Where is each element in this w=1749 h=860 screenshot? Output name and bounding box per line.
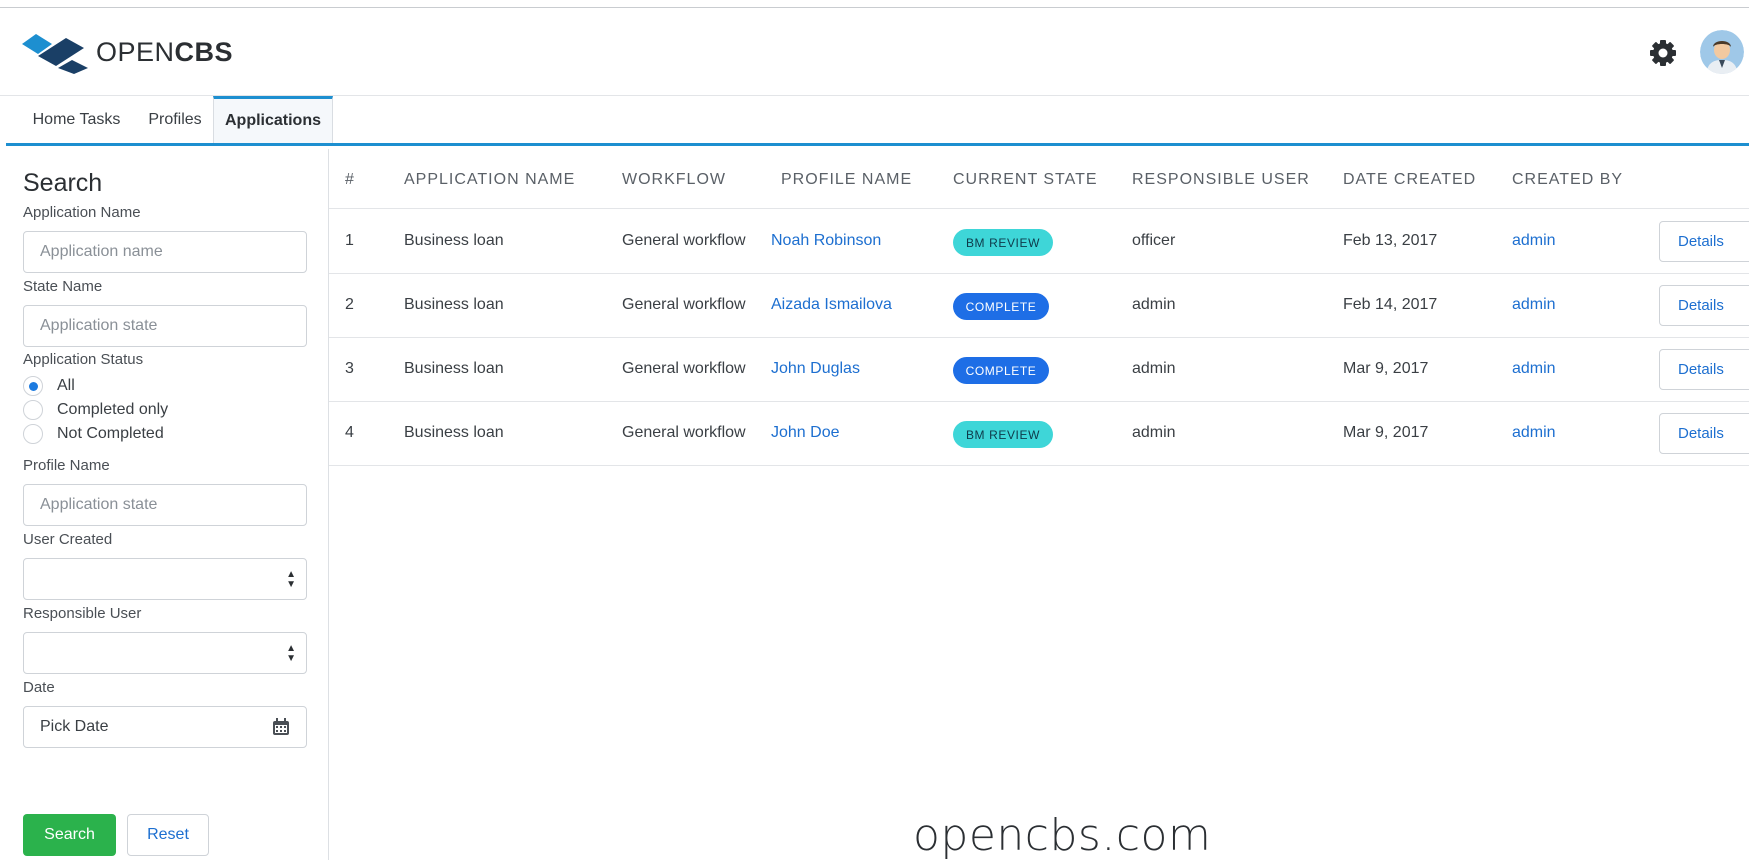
radio-icon [23, 400, 43, 420]
responsible-user-cell: admin [1132, 360, 1176, 377]
application-name-cell: Business loan [404, 296, 504, 313]
opencbs-logo[interactable]: OPENCBS [22, 30, 233, 74]
status-radio-all[interactable]: All [23, 376, 75, 396]
created-by-link[interactable]: admin [1512, 232, 1556, 250]
date-created-cell: Feb 13, 2017 [1343, 232, 1438, 249]
application-name-label: Application Name [23, 204, 141, 221]
workflow-cell: General workflow [622, 296, 746, 313]
state-name-label: State Name [23, 278, 103, 295]
logo-mark-icon [22, 34, 88, 74]
state-badge: COMPLETE [953, 293, 1049, 320]
row-number: 1 [345, 232, 354, 249]
profile-name-label: Profile Name [23, 457, 110, 474]
created-by-link[interactable]: admin [1512, 424, 1556, 442]
profile-name-link[interactable]: John Duglas [771, 360, 860, 378]
responsible-user-cell: officer [1132, 232, 1176, 249]
date-label: Date [23, 679, 55, 696]
column-header-workflow[interactable]: WORKFLOW [622, 171, 726, 189]
workflow-cell: General workflow [622, 232, 746, 249]
table-row: 4 Business loan General workflow John Do… [329, 402, 1749, 466]
column-header-date-created[interactable]: DATE CREATED [1343, 171, 1476, 189]
application-name-input[interactable] [23, 231, 307, 273]
tab-home-tasks[interactable]: Home Tasks [20, 96, 133, 143]
user-avatar-icon[interactable] [1700, 30, 1744, 74]
calendar-icon [273, 718, 289, 735]
tab-applications[interactable]: Applications [213, 96, 333, 143]
row-number: 2 [345, 296, 354, 313]
responsible-user-cell: admin [1132, 424, 1176, 441]
application-name-cell: Business loan [404, 424, 504, 441]
state-badge: BM REVIEW [953, 421, 1053, 448]
application-name-cell: Business loan [404, 232, 504, 249]
logo-text: OPENCBS [96, 37, 233, 68]
logo-suffix: CBS [174, 36, 234, 67]
radio-label: Not Completed [57, 425, 164, 442]
application-name-cell: Business loan [404, 360, 504, 377]
profile-name-link[interactable]: Aizada Ismailova [771, 296, 892, 314]
profile-name-input[interactable] [23, 484, 307, 526]
radio-icon [23, 424, 43, 444]
details-button[interactable]: Details [1659, 413, 1749, 454]
user-created-label: User Created [23, 531, 113, 548]
select-arrows-icon: ▲ ▼ [286, 569, 296, 590]
search-button[interactable]: Search [23, 814, 116, 856]
radio-label: All [57, 377, 75, 394]
column-header-created-by[interactable]: CREATED BY [1512, 171, 1623, 189]
search-sidebar: Search Application Name State Name Appli… [6, 149, 329, 860]
table-row: 3 Business loan General workflow John Du… [329, 338, 1749, 402]
application-status-label: Application Status [23, 351, 144, 368]
user-created-select[interactable]: ▲ ▼ [23, 558, 307, 600]
radio-icon [23, 376, 43, 396]
date-created-cell: Feb 14, 2017 [1343, 296, 1438, 313]
details-button[interactable]: Details [1659, 349, 1749, 390]
tab-profiles[interactable]: Profiles [138, 96, 212, 143]
responsible-user-label: Responsible User [23, 605, 142, 622]
workflow-cell: General workflow [622, 424, 746, 441]
responsible-user-select[interactable]: ▲ ▼ [23, 632, 307, 674]
table-row: 1 Business loan General workflow Noah Ro… [329, 210, 1749, 274]
responsible-user-cell: admin [1132, 296, 1176, 313]
table-row: 2 Business loan General workflow Aizada … [329, 274, 1749, 338]
select-arrows-icon: ▲ ▼ [286, 643, 296, 664]
status-radio-completed[interactable]: Completed only [23, 400, 168, 420]
website-watermark: opencbs.com [913, 810, 1212, 860]
state-badge: BM REVIEW [953, 229, 1053, 256]
column-header-profile-name[interactable]: PROFILE NAME [781, 171, 912, 189]
date-created-cell: Mar 9, 2017 [1343, 424, 1429, 441]
table-header: # APPLICATION NAME WORKFLOW PROFILE NAME… [329, 149, 1749, 209]
created-by-link[interactable]: admin [1512, 296, 1556, 314]
status-radio-not-completed[interactable]: Not Completed [23, 424, 164, 444]
gear-icon[interactable] [1647, 37, 1679, 69]
logo-prefix: OPEN [96, 36, 175, 67]
main-tabs: Home Tasks Profiles Applications [6, 96, 1749, 146]
column-header-application-name[interactable]: APPLICATION NAME [404, 171, 575, 189]
profile-name-link[interactable]: Noah Robinson [771, 232, 881, 250]
details-button[interactable]: Details [1659, 221, 1749, 262]
column-header-number[interactable]: # [345, 171, 355, 189]
date-created-cell: Mar 9, 2017 [1343, 360, 1429, 377]
workflow-cell: General workflow [622, 360, 746, 377]
radio-label: Completed only [57, 401, 169, 418]
row-number: 4 [345, 424, 354, 441]
app-header: OPENCBS [0, 8, 1749, 96]
date-picker-value: Pick Date [40, 718, 109, 735]
column-header-responsible-user[interactable]: RESPONSIBLE USER [1132, 171, 1310, 189]
column-header-current-state[interactable]: CURRENT STATE [953, 171, 1098, 189]
created-by-link[interactable]: admin [1512, 360, 1556, 378]
date-picker[interactable]: Pick Date [23, 706, 307, 748]
search-title: Search [23, 169, 103, 197]
row-number: 3 [345, 360, 354, 377]
details-button[interactable]: Details [1659, 285, 1749, 326]
state-badge: COMPLETE [953, 357, 1049, 384]
reset-button[interactable]: Reset [127, 814, 209, 856]
profile-name-link[interactable]: John Doe [771, 424, 840, 442]
state-name-input[interactable] [23, 305, 307, 347]
